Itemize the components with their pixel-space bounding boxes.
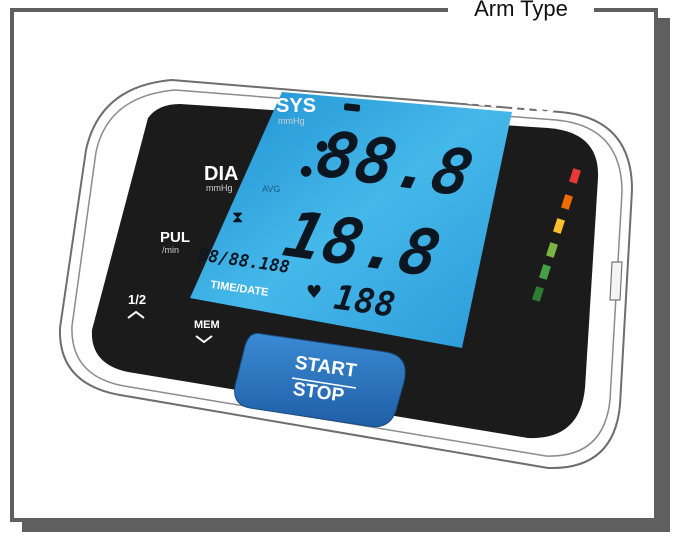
- irregular-heartbeat-icon: ⧗: [232, 207, 243, 226]
- pul-unit: /min: [162, 245, 179, 255]
- dia-unit: mmHg: [206, 183, 233, 193]
- user-switch-label: 1/2: [128, 292, 146, 307]
- user-2-icon: ●: [300, 163, 312, 179]
- sys-unit: mmHg: [278, 116, 305, 126]
- device-side-port: [609, 261, 623, 301]
- mem-label: MEM: [194, 319, 220, 331]
- heart-icon: ♥: [306, 282, 322, 303]
- blood-pressure-monitor: RENPHO SYS mmHg DIA mmHg PUL /min ● ● AV…: [58, 75, 634, 470]
- pul-label: PUL: [160, 229, 190, 246]
- pulse-readout: 188: [331, 278, 397, 326]
- sys-label: SYS: [276, 95, 316, 117]
- avg-label: AVG: [262, 184, 280, 194]
- dia-label: DIA: [204, 163, 238, 185]
